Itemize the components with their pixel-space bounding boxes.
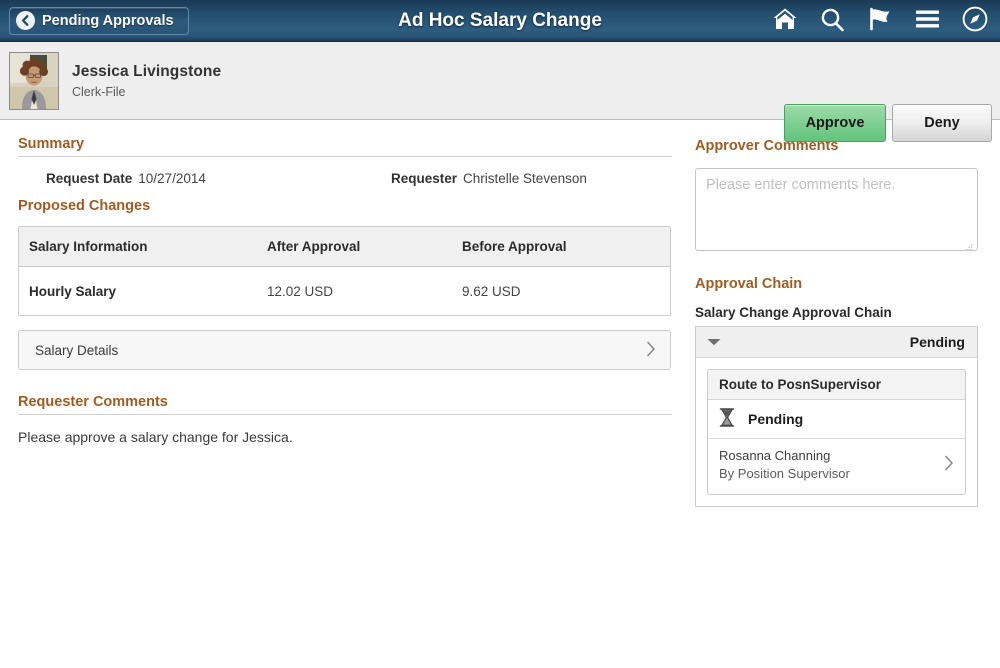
approver-name: Rosanna Channing	[719, 447, 850, 465]
approval-chain-collapse-header[interactable]: Pending	[696, 327, 977, 358]
chevron-right-icon	[646, 341, 656, 360]
employee-banner: Jessica Livingstone Clerk-File Approve D…	[0, 42, 1000, 120]
approver-route-rule: By Position Supervisor	[719, 465, 850, 483]
summary-section-heading: Summary	[18, 136, 672, 157]
approval-step-card: Route to PosnSupervisor Pending	[707, 369, 966, 495]
app-header: Pending Approvals Ad Hoc Salary Change	[0, 0, 1000, 42]
salary-details-label: Salary Details	[35, 343, 118, 358]
summary-fields: Request Date 10/27/2014 Requester Christ…	[18, 157, 672, 196]
approval-step-status-row: Pending	[708, 400, 965, 439]
approve-button[interactable]: Approve	[784, 104, 886, 142]
approval-chain-steps: Route to PosnSupervisor Pending	[696, 358, 977, 506]
requester-label: Requester	[391, 171, 457, 186]
employee-job-title: Clerk-File	[72, 85, 221, 99]
nav-bar-compass-icon[interactable]	[962, 6, 988, 35]
chevron-down-icon	[706, 335, 722, 350]
approval-chain-subheading: Salary Change Approval Chain	[695, 305, 982, 320]
back-button-label: Pending Approvals	[42, 13, 174, 29]
chevron-right-icon	[944, 455, 954, 474]
approval-chain-box: Pending Route to PosnSupervisor	[695, 326, 978, 507]
employee-identity: Jessica Livingstone Clerk-File	[72, 63, 221, 99]
search-icon[interactable]	[820, 7, 845, 35]
page-content: Summary Request Date 10/27/2014 Requeste…	[0, 120, 1000, 667]
approval-action-buttons: Approve Deny	[784, 104, 992, 142]
request-date-value: 10/27/2014	[138, 171, 206, 186]
proposed-changes-table: Salary Information After Approval Before…	[18, 226, 671, 316]
avatar	[9, 52, 59, 110]
request-date-label: Request Date	[46, 171, 132, 186]
approval-step-status: Pending	[748, 411, 803, 427]
approval-chain-status: Pending	[910, 334, 965, 350]
requester-comments-text: Please approve a salary change for Jessi…	[18, 415, 672, 445]
proposed-changes-heading: Proposed Changes	[18, 198, 672, 218]
back-to-pending-approvals-button[interactable]: Pending Approvals	[9, 7, 189, 35]
approver-detail-row[interactable]: Rosanna Channing By Position Supervisor	[708, 439, 965, 494]
approver-comments-wrapper	[695, 158, 978, 254]
cell-before-approval: 9.62 USD	[452, 272, 667, 311]
home-icon[interactable]	[772, 7, 798, 34]
chevron-left-icon	[16, 11, 35, 30]
column-header-after-approval: After Approval	[257, 227, 452, 266]
table-body: Hourly Salary 12.02 USD 9.62 USD	[19, 267, 670, 315]
header-icon-group	[772, 6, 988, 35]
left-column: Summary Request Date 10/27/2014 Requeste…	[0, 120, 690, 667]
right-column: Approver Comments Approval Chain Salary …	[690, 120, 1000, 667]
column-header-salary-information: Salary Information	[19, 227, 257, 266]
cell-salary-information: Hourly Salary	[19, 272, 257, 311]
approval-chain-heading: Approval Chain	[695, 276, 982, 296]
table-row: Hourly Salary 12.02 USD 9.62 USD	[19, 267, 670, 315]
approver-comments-input[interactable]	[695, 168, 978, 251]
hourglass-icon	[719, 408, 735, 430]
deny-button[interactable]: Deny	[892, 104, 992, 142]
salary-details-row[interactable]: Salary Details	[18, 330, 671, 370]
approval-step-title: Route to PosnSupervisor	[708, 370, 965, 400]
request-date-field: Request Date 10/27/2014	[46, 171, 391, 186]
table-header-row: Salary Information After Approval Before…	[19, 227, 670, 267]
notifications-flag-icon[interactable]	[867, 7, 893, 34]
approver-identity: Rosanna Channing By Position Supervisor	[719, 447, 850, 482]
requester-field: Requester Christelle Stevenson	[391, 171, 587, 186]
column-header-before-approval: Before Approval	[452, 227, 667, 266]
requester-comments-heading: Requester Comments	[18, 394, 672, 415]
cell-after-approval: 12.02 USD	[257, 272, 452, 311]
requester-value: Christelle Stevenson	[463, 171, 587, 186]
actions-menu-icon[interactable]	[915, 9, 940, 32]
employee-name: Jessica Livingstone	[72, 63, 221, 81]
